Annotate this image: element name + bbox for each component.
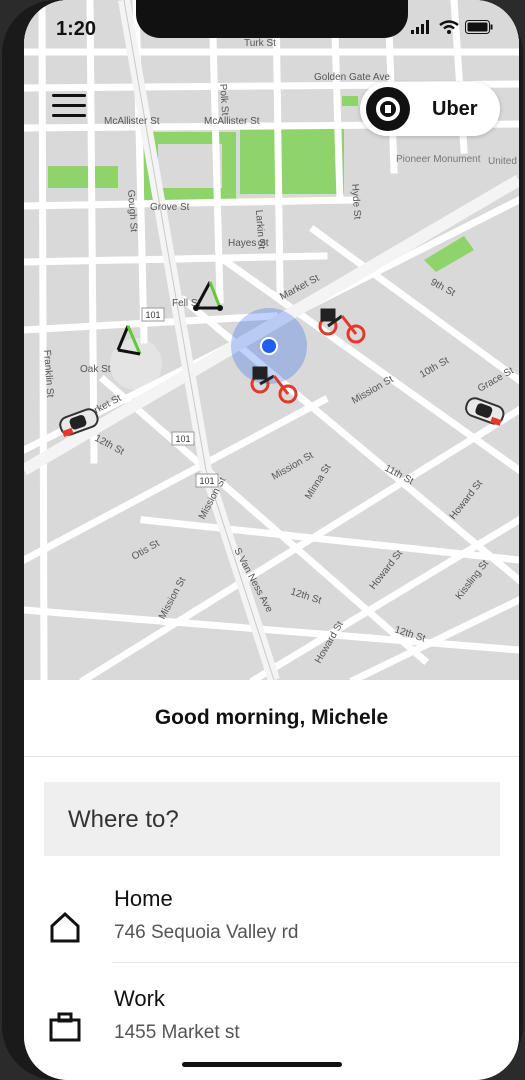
greeting-text: Good morning, Michele [154, 706, 389, 729]
uber-brand-label: Uber [432, 97, 478, 120]
street-label: Polk St [217, 83, 230, 116]
park-area [240, 124, 344, 194]
home-indicator[interactable] [182, 1062, 342, 1067]
poi-label: United Nations [488, 156, 519, 167]
uber-mark-icon [376, 97, 400, 121]
place-title: Home [114, 886, 173, 911]
phone-frame: Turk St Golden Gate Ave McAllister St Mc… [2, 0, 523, 1080]
status-time: 1:20 [56, 18, 97, 40]
highway-badge-label: 101 [175, 434, 190, 444]
search-placeholder: Where to? [68, 806, 179, 833]
street-label: Oak St [80, 364, 111, 375]
divider [112, 962, 519, 963]
bottom-sheet: Good morning, Michele Where to? Home 746… [24, 680, 519, 1080]
cellular-signal-icon [411, 20, 429, 34]
street-label: McAllister St [204, 116, 260, 127]
street-label: McAllister St [104, 116, 160, 127]
uber-logo-icon [366, 87, 410, 131]
where-to-search[interactable]: Where to? [44, 782, 500, 856]
park-area [48, 166, 118, 188]
status-icons [411, 20, 493, 34]
place-address: 746 Sequoia Valley rd [114, 922, 299, 943]
highway-badge-label: 101 [199, 476, 214, 486]
place-title: Work [114, 986, 165, 1011]
wifi-icon [439, 20, 459, 34]
briefcase-icon [49, 1012, 81, 1042]
status-bar: 1:20 [24, 0, 519, 60]
menu-icon[interactable] [52, 94, 86, 122]
home-icon [50, 911, 80, 943]
poi-label: Pioneer Monument [396, 154, 481, 165]
street-label: Grove St [150, 202, 190, 213]
divider [24, 756, 519, 757]
app-screen: Turk St Golden Gate Ave McAllister St Mc… [24, 0, 519, 1080]
current-location-dot [260, 337, 278, 355]
battery-icon [465, 20, 493, 34]
device-notch [136, 0, 408, 38]
highway-badge-label: 101 [145, 310, 160, 320]
uber-brand-button[interactable]: Uber [360, 82, 500, 136]
place-address: 1455 Market st [114, 1022, 240, 1043]
street-label: Golden Gate Ave [314, 72, 390, 83]
